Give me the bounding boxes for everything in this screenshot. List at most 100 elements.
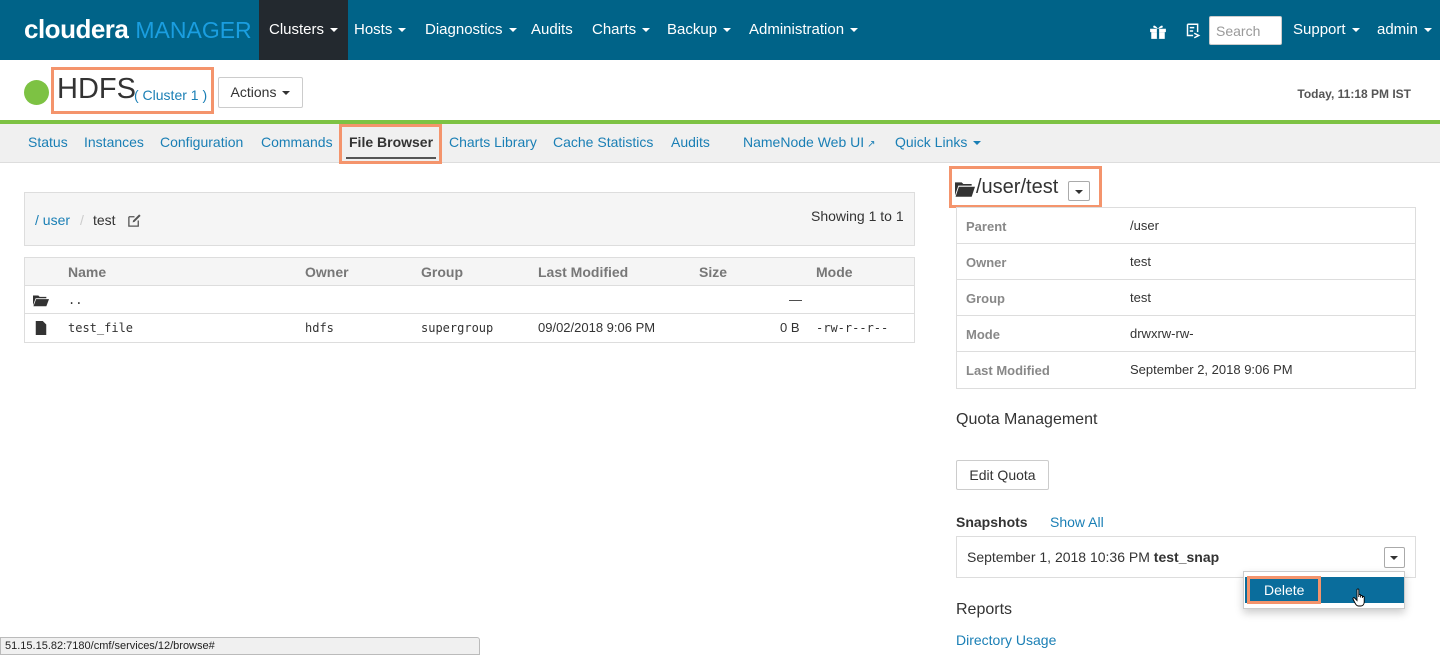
nav-audits-label: Audits	[531, 21, 573, 38]
row-size: —	[789, 292, 802, 307]
cloudera-logo[interactable]: cloudera MANAGER	[24, 14, 252, 44]
nav-support-label: Support	[1293, 21, 1346, 38]
row-group: supergroup	[421, 321, 494, 335]
row-last-modified: 09/02/2018 9:06 PM	[538, 320, 656, 335]
caret-down-icon	[850, 28, 859, 33]
caret-down-icon	[282, 91, 291, 96]
top-navbar: cloudera MANAGER Clusters Hosts Diagnost…	[0, 0, 1440, 60]
service-status-icon	[24, 80, 49, 105]
folder-icon	[33, 295, 49, 307]
snapshot-actions-dropdown[interactable]	[1384, 547, 1405, 568]
col-last-modified[interactable]: Last Modified	[538, 258, 628, 286]
caret-down-icon	[330, 28, 339, 33]
actions-button[interactable]: Actions	[218, 77, 303, 108]
nav-backup[interactable]: Backup	[657, 0, 741, 60]
nav-clusters[interactable]: Clusters	[259, 0, 349, 60]
breadcrumb-current: test	[93, 212, 116, 228]
caret-down-icon	[398, 28, 407, 33]
nav-user-menu[interactable]: admin	[1367, 0, 1440, 60]
nav-charts-label: Charts	[592, 21, 637, 38]
tab-commands[interactable]: Commands	[261, 134, 333, 150]
breadcrumb-user[interactable]: / user	[35, 212, 70, 228]
file-browser-tab-highlight	[339, 124, 442, 164]
table-row[interactable]: .. —	[25, 286, 914, 314]
col-group[interactable]: Group	[421, 258, 463, 286]
breadcrumb-panel	[24, 192, 915, 246]
show-all-snapshots-link[interactable]: Show All	[1050, 514, 1104, 530]
info-value: /user	[1130, 218, 1159, 233]
hand-cursor-icon	[1352, 588, 1365, 607]
caret-down-icon	[508, 28, 517, 33]
info-value: September 2, 2018 9:06 PM	[1130, 362, 1293, 377]
info-row-parent: Parent /user	[957, 208, 1415, 244]
nav-diagnostics[interactable]: Diagnostics	[415, 0, 527, 60]
tab-cache-statistics[interactable]: Cache Statistics	[553, 134, 653, 150]
tab-audits[interactable]: Audits	[671, 134, 710, 150]
file-table-header: Name Owner Group Last Modified Size Mode	[25, 258, 914, 286]
info-value: test	[1130, 290, 1151, 305]
snapshot-date: September 1, 2018 10:36 PM	[967, 549, 1150, 565]
gift-icon[interactable]	[1149, 21, 1167, 41]
row-owner: hdfs	[305, 321, 334, 335]
caret-down-icon	[973, 141, 982, 146]
row-mode: -rw-r--r--	[816, 321, 889, 335]
brand-secondary: MANAGER	[135, 17, 252, 43]
nav-hosts-label: Hosts	[354, 21, 393, 38]
col-owner[interactable]: Owner	[305, 258, 349, 286]
nav-backup-label: Backup	[667, 21, 718, 38]
info-label: Mode	[966, 327, 1000, 342]
nav-audits[interactable]: Audits	[521, 0, 583, 60]
edit-quota-button[interactable]: Edit Quota	[956, 460, 1049, 490]
directory-title-highlight	[949, 166, 1102, 208]
directory-usage-link[interactable]: Directory Usage	[956, 632, 1056, 648]
quota-management-title: Quota Management	[956, 411, 1098, 428]
nav-hosts[interactable]: Hosts	[344, 0, 416, 60]
col-name[interactable]: Name	[68, 258, 106, 286]
delete-label[interactable]: Delete	[1264, 582, 1304, 598]
external-link-icon: ↗	[867, 139, 876, 150]
timestamp: Today, 11:18 PM IST	[1297, 87, 1411, 101]
caret-down-icon	[723, 28, 732, 33]
tab-namenode-web-ui[interactable]: NameNode Web UI ↗	[743, 134, 876, 150]
actions-label: Actions	[230, 84, 277, 100]
file-icon	[35, 321, 47, 335]
nav-support[interactable]: Support	[1283, 0, 1370, 60]
breadcrumb-separator: /	[80, 212, 84, 228]
info-value: drwxrw-rw-	[1130, 326, 1194, 341]
col-size[interactable]: Size	[699, 258, 727, 286]
service-title: HDFS	[57, 73, 136, 105]
nav-charts[interactable]: Charts	[582, 0, 660, 60]
nav-administration[interactable]: Administration	[739, 0, 868, 60]
browser-status-url: 51.15.15.82:7180/cmf/services/12/browse#	[0, 637, 480, 655]
snapshot-text: September 1, 2018 10:36 PM test_snap	[967, 549, 1219, 565]
info-label: Parent	[966, 219, 1007, 234]
caret-down-icon	[1351, 28, 1360, 33]
tab-namenode-label: NameNode Web UI	[743, 134, 865, 150]
info-row-mode: Mode drwxrw-rw-	[957, 316, 1415, 352]
tab-instances[interactable]: Instances	[84, 134, 144, 150]
caret-down-icon	[642, 28, 651, 33]
search-input[interactable]	[1209, 16, 1282, 45]
tab-quick-links[interactable]: Quick Links	[895, 134, 982, 150]
snapshots-label: Snapshots	[956, 514, 1028, 530]
info-row-group: Group test	[957, 280, 1415, 316]
tab-charts-library[interactable]: Charts Library	[449, 134, 537, 150]
row-name[interactable]: ..	[68, 286, 82, 314]
row-name[interactable]: test_file	[68, 314, 133, 342]
col-mode[interactable]: Mode	[816, 258, 853, 286]
info-label: Owner	[966, 255, 1007, 270]
brand-primary: cloudera	[24, 14, 129, 44]
reports-title: Reports	[956, 601, 1013, 618]
caret-down-icon	[1390, 556, 1398, 560]
tab-configuration[interactable]: Configuration	[160, 134, 243, 150]
tab-status[interactable]: Status	[28, 134, 68, 150]
caret-down-icon	[1423, 28, 1432, 33]
info-label: Last Modified	[966, 363, 1050, 378]
release-notes-icon[interactable]	[1183, 21, 1201, 41]
showing-count: Showing 1 to 1	[811, 208, 904, 224]
table-row[interactable]: test_file hdfs supergroup 09/02/2018 9:0…	[25, 314, 914, 342]
nav-user-label: admin	[1377, 21, 1418, 38]
cluster-link[interactable]: ( Cluster 1 )	[134, 87, 207, 103]
edit-path-icon[interactable]	[127, 213, 142, 228]
directory-info-table: Parent /user Owner test Group test Mode …	[956, 207, 1416, 389]
